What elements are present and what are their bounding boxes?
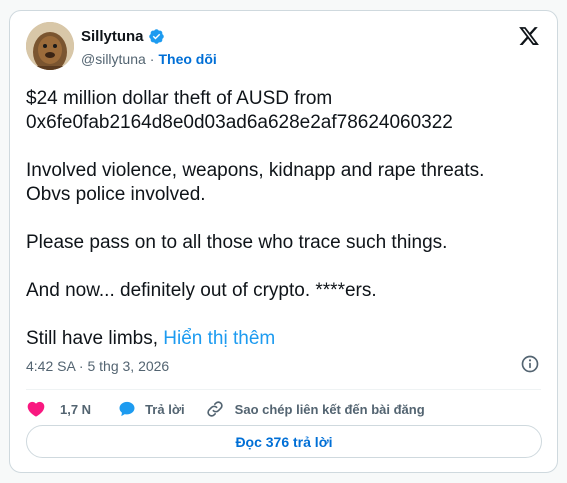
copy-link-button[interactable]: Sao chép liên kết đến bài đăng <box>205 399 425 419</box>
like-count: 1,7 N <box>60 401 92 417</box>
x-logo-icon[interactable] <box>518 25 540 47</box>
reply-button[interactable]: Trả lời <box>117 399 205 419</box>
speech-bubble-icon <box>117 399 137 419</box>
action-bar: 1,7 N Trả lời Sao chép liên kết đến bài … <box>26 397 425 421</box>
tweet-line: $24 million dollar theft of AUSD from <box>26 88 333 109</box>
tweet-line-last: Still have limbs, Hiển thị thêm <box>26 327 546 351</box>
tweet-line: And now... definitely out of crypto. ***… <box>26 280 377 301</box>
tweet-line: Involved violence, weapons, kidnapp and … <box>26 160 485 181</box>
tweet-text: $24 million dollar theft of AUSD from 0x… <box>26 87 546 351</box>
tweet-line-prefix: Still have limbs, <box>26 328 164 349</box>
divider <box>26 389 541 390</box>
author-handle[interactable]: @sillytuna <box>81 51 146 67</box>
copy-link-label: Sao chép liên kết đến bài đăng <box>234 401 425 417</box>
avatar[interactable] <box>26 22 74 70</box>
follow-button[interactable]: Theo dõi <box>158 51 216 67</box>
tweet-line: Obvs police involved. <box>26 184 206 205</box>
author-display-name[interactable]: Sillytuna <box>81 28 144 45</box>
tweet-line: Please pass on to all those who trace su… <box>26 232 448 253</box>
like-button[interactable]: 1,7 N <box>26 399 117 419</box>
verified-badge-icon <box>148 28 165 45</box>
reply-label: Trả lời <box>145 401 185 417</box>
link-icon <box>205 399 225 419</box>
author-handle-row: @sillytuna · Theo dõi <box>81 51 217 67</box>
separator: · <box>149 51 155 67</box>
tweet-line-address: 0x6fe0fab2164d8e0d03ad6a628e2af786240603… <box>26 112 453 133</box>
show-more-link[interactable]: Hiển thị thêm <box>163 328 275 349</box>
heart-icon <box>26 399 46 419</box>
tweet-card: Sillytuna @sillytuna · Theo dõi $24 mill… <box>9 10 558 473</box>
author-name-row: Sillytuna <box>81 28 165 45</box>
read-replies-button[interactable]: Đọc 376 trả lời <box>26 425 542 458</box>
tweet-timestamp[interactable]: 4:42 SA · 5 thg 3, 2026 <box>26 358 169 374</box>
info-icon[interactable] <box>520 354 540 374</box>
wookiee-avatar-image <box>26 22 74 70</box>
